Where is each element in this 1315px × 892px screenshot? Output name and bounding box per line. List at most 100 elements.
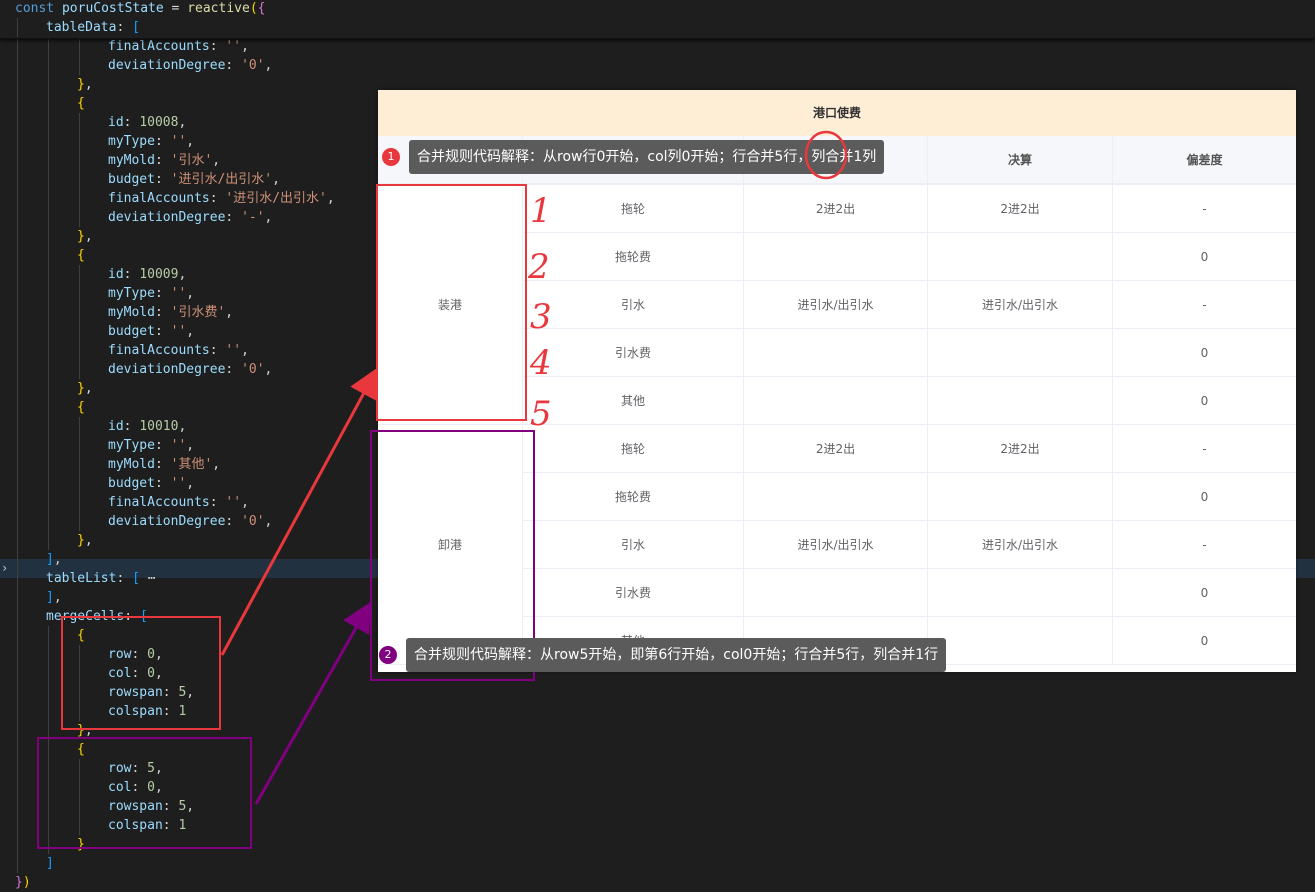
indent-guide	[48, 132, 49, 151]
table-cell: 拖轮费	[523, 473, 744, 521]
table-cell: 0	[1113, 617, 1296, 665]
indent-guide	[79, 303, 80, 322]
indent-guide	[17, 854, 18, 873]
code-token: ,	[53, 590, 62, 605]
indent-guide	[17, 132, 18, 151]
indent-guide	[48, 208, 49, 227]
code-token: finalAccounts	[108, 191, 210, 206]
code-token: ⋯	[139, 571, 156, 586]
code-token: id	[108, 267, 124, 282]
table-cell: 进引水/出引水	[744, 281, 928, 329]
indent-guide	[17, 607, 18, 626]
code-token: finalAccounts	[108, 343, 210, 358]
table-cell: 0	[1113, 329, 1296, 377]
table-cell: 2进2出	[744, 425, 928, 473]
indent-guide	[17, 303, 18, 322]
code-token: {	[77, 96, 85, 111]
code-token: :	[209, 191, 226, 206]
indent-guide	[79, 284, 80, 303]
table-cell	[744, 329, 928, 377]
table-cell: 0	[1113, 569, 1296, 617]
table-cell: 拖轮	[523, 425, 744, 473]
indent-guide	[48, 56, 49, 75]
indent-guide	[48, 398, 49, 417]
table-cell	[928, 329, 1113, 377]
code-token: ]	[46, 856, 54, 871]
table-cell	[744, 233, 928, 281]
indent-guide	[48, 246, 49, 265]
table-cell: 引水费	[523, 569, 744, 617]
indent-guide	[79, 265, 80, 284]
code-token: ''	[170, 476, 187, 491]
indent-guide	[48, 512, 49, 531]
code-token: }	[77, 533, 85, 548]
code-token: ,	[212, 457, 221, 472]
code-token: poruCostState	[61, 1, 164, 16]
code-token: ,	[272, 172, 280, 187]
table-cell	[928, 377, 1113, 425]
highlight-box-merge-rule-2	[37, 737, 252, 849]
code-token: :	[209, 39, 226, 54]
code-token: ,	[178, 115, 187, 130]
code-token: [	[132, 20, 140, 35]
table-cell: 0	[1113, 473, 1296, 521]
table-cell: 进引水/出引水	[928, 521, 1113, 569]
indent-guide	[17, 740, 18, 759]
code-token: :	[123, 115, 140, 130]
indent-guide	[17, 474, 18, 493]
indent-guide	[17, 550, 18, 569]
table-cell	[744, 473, 928, 521]
code-token: }	[77, 381, 85, 396]
indent-guide	[79, 170, 80, 189]
fold-chevron-icon[interactable]: ›	[1, 559, 13, 578]
indent-guide	[17, 398, 18, 417]
code-token: ]	[46, 590, 54, 605]
indent-guide	[17, 588, 18, 607]
code-token: :	[209, 343, 226, 358]
table-cell: 引水费	[523, 329, 744, 377]
header-cell-final-accounts: 决算	[928, 136, 1113, 184]
code-token: ''	[170, 286, 187, 301]
code-token: )	[22, 875, 31, 890]
code-token: :	[154, 286, 171, 301]
code-token: budget	[108, 172, 155, 187]
indent-guide	[17, 170, 18, 189]
table-cell	[928, 473, 1113, 521]
code-token: 10010	[139, 419, 179, 434]
indent-guide	[79, 189, 80, 208]
code-token: ,	[186, 134, 195, 149]
code-token: myType	[108, 134, 155, 149]
indent-guide	[48, 493, 49, 512]
highlight-box-loading-merge	[376, 184, 527, 421]
code-token: ''	[170, 134, 187, 149]
table-cell: 引水	[523, 521, 744, 569]
indent-guide	[17, 341, 18, 360]
code-token: :	[123, 419, 140, 434]
code-token: [	[132, 571, 140, 586]
indent-guide	[48, 664, 49, 683]
code-token: ,	[186, 438, 195, 453]
code-token: deviationDegree	[108, 210, 226, 225]
code-token: deviationDegree	[108, 362, 226, 377]
code-token: ,	[84, 381, 93, 396]
indent-guide	[79, 37, 80, 56]
indent-guide	[17, 683, 18, 702]
code-token: myMold	[108, 457, 155, 472]
code-token: {	[257, 1, 266, 16]
code-token: ''	[225, 39, 242, 54]
indent-guide	[48, 284, 49, 303]
code-token: ,	[84, 229, 93, 244]
code-token: '引水费'	[170, 305, 226, 320]
code-token: :	[225, 362, 242, 377]
indent-guide	[17, 569, 18, 588]
indent-guide	[17, 436, 18, 455]
indent-guide	[48, 645, 49, 664]
code-token: deviationDegree	[108, 58, 226, 73]
indent-guide	[79, 151, 80, 170]
sticky-scroll-header[interactable]: const poruCostState = reactive({tableDat…	[0, 0, 1315, 39]
code-token: :	[154, 476, 171, 491]
table-cell: 进引水/出引水	[744, 521, 928, 569]
indent-guide	[48, 683, 49, 702]
indent-guide	[79, 417, 80, 436]
indent-guide	[17, 322, 18, 341]
